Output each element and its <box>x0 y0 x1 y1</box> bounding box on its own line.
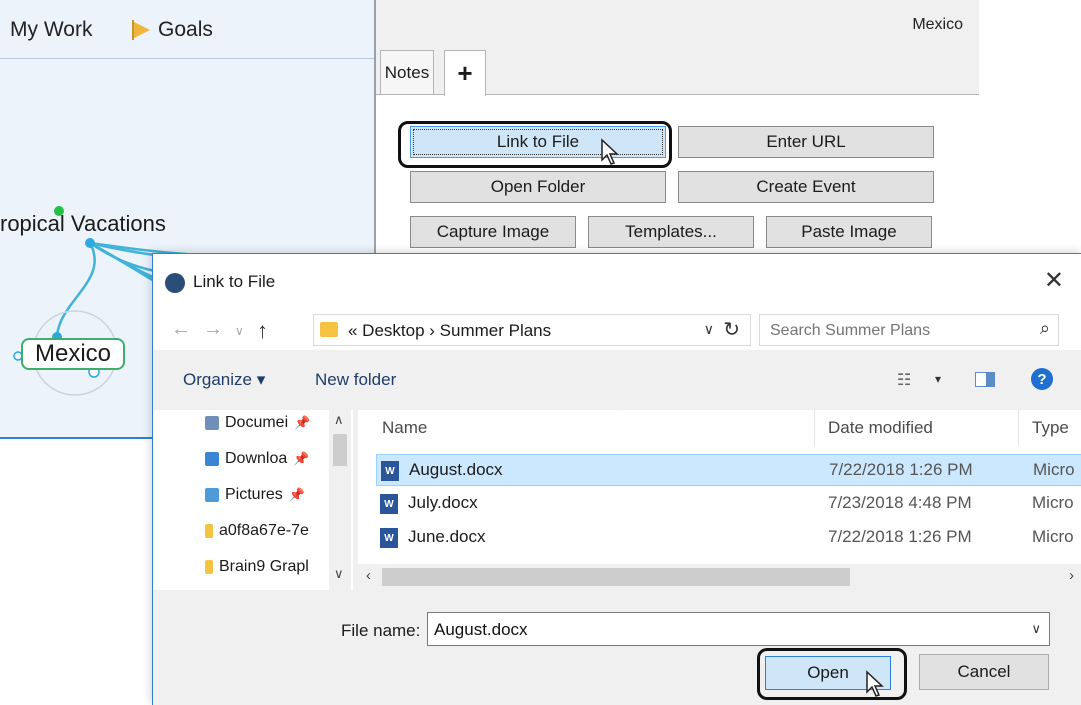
column-name[interactable]: Name <box>382 418 427 438</box>
tree-item-downloads[interactable]: Downloa 📌 <box>205 450 309 468</box>
scroll-right-icon[interactable]: › <box>1069 567 1074 584</box>
scroll-thumb[interactable] <box>333 434 347 466</box>
column-divider[interactable] <box>814 410 815 446</box>
close-icon[interactable]: ✕ <box>1044 266 1064 295</box>
file-row[interactable]: W June.docx 7/22/2018 1:26 PM Micro <box>376 522 1081 554</box>
column-divider[interactable] <box>1018 410 1019 446</box>
back-arrow-icon[interactable]: ← <box>171 318 191 341</box>
search-input[interactable] <box>760 315 1032 347</box>
cancel-button[interactable]: Cancel <box>919 654 1049 690</box>
file-name: June.docx <box>408 527 486 546</box>
link-to-file-dialog: Link to File ✕ ← → ∨ ↑ « Desktop › Summe… <box>152 253 1081 705</box>
column-date-modified[interactable]: Date modified <box>828 418 933 438</box>
thought-mexico[interactable]: Mexico <box>21 338 125 370</box>
open-folder-button[interactable]: Open Folder <box>410 171 666 203</box>
tree-item-documents[interactable]: Documei 📌 <box>205 414 310 432</box>
enter-url-button[interactable]: Enter URL <box>678 126 934 158</box>
scroll-thumb[interactable] <box>382 568 850 586</box>
create-event-button[interactable]: Create Event <box>678 171 934 203</box>
notes-toolbar: Mexico Notes + <box>376 0 979 96</box>
tree-item-folder[interactable]: a0f8a67e-7e <box>205 522 309 540</box>
forward-arrow-icon[interactable]: → <box>203 318 223 341</box>
file-date: 7/22/2018 1:26 PM <box>828 527 972 546</box>
column-type[interactable]: Type <box>1032 418 1069 438</box>
recent-locations-chevron-icon[interactable]: ∨ <box>235 324 244 338</box>
refresh-icon[interactable]: ↻ <box>723 317 740 342</box>
file-type: Micro <box>1032 493 1074 512</box>
file-list: ⌃ Name Date modified Type W August.docx … <box>358 410 1081 590</box>
tree-item-label: Brain9 Grapl <box>219 558 309 575</box>
navigation-bar: ← → ∨ ↑ « Desktop › Summer Plans ∨ ↻ ⌕ <box>153 310 1081 350</box>
navigation-scrollbar[interactable]: ∧ ∨ <box>329 410 351 590</box>
chevron-down-icon[interactable]: ∨ <box>704 321 714 338</box>
sort-ascending-icon: ⌃ <box>614 410 626 420</box>
dialog-title: Link to File <box>193 272 276 291</box>
scroll-up-icon[interactable]: ∧ <box>334 412 344 428</box>
folder-icon <box>205 524 213 538</box>
tree-item-label: Downloa <box>225 450 288 467</box>
address-bar[interactable]: « Desktop › Summer Plans ∨ ↻ <box>313 314 751 346</box>
preview-pane-icon[interactable] <box>975 372 995 387</box>
navigation-pane: Documei 📌 Downloa 📌 Pictures 📌 a0f8a67e-… <box>153 410 353 590</box>
tree-item-label: Documei <box>225 414 289 431</box>
word-document-icon: W <box>381 461 399 481</box>
file-name-input[interactable] <box>428 613 1016 647</box>
file-name: August.docx <box>409 460 503 479</box>
folder-icon <box>320 322 338 337</box>
word-document-icon: W <box>380 528 398 548</box>
paste-image-button[interactable]: Paste Image <box>766 216 932 248</box>
scroll-left-icon[interactable]: ‹ <box>366 567 371 584</box>
chevron-down-icon[interactable]: ∨ <box>1031 621 1041 637</box>
scroll-down-icon[interactable]: ∨ <box>334 566 344 582</box>
dialog-title-bar[interactable]: Link to File ✕ <box>153 254 1081 310</box>
tab-add[interactable]: + <box>444 50 486 96</box>
documents-icon <box>205 416 219 430</box>
file-name-label: File name: <box>341 621 421 640</box>
downloads-icon <box>205 452 219 466</box>
pin-icon: 📌 <box>288 487 305 502</box>
view-dropdown-icon[interactable]: ▾ <box>935 372 941 386</box>
file-name: July.docx <box>408 493 478 512</box>
search-icon[interactable]: ⌕ <box>1040 318 1050 339</box>
search-box: ⌕ <box>759 314 1059 347</box>
breadcrumb[interactable]: « Desktop › Summer Plans <box>348 321 551 341</box>
file-type: Micro <box>1033 460 1075 479</box>
pictures-icon <box>205 488 219 502</box>
up-arrow-icon[interactable]: ↑ <box>257 318 268 344</box>
tree-item-pictures[interactable]: Pictures 📌 <box>205 486 305 504</box>
word-document-icon: W <box>380 494 398 514</box>
horizontal-scrollbar[interactable]: ‹ › <box>358 564 1081 590</box>
file-name-combobox: ∨ <box>427 612 1050 647</box>
new-folder-button[interactable]: New folder <box>315 370 396 390</box>
tab-notes[interactable]: Notes <box>380 50 434 94</box>
capture-image-button[interactable]: Capture Image <box>410 216 576 248</box>
file-date: 7/22/2018 1:26 PM <box>829 460 973 479</box>
app-logo-icon <box>165 273 185 293</box>
view-options-icon[interactable]: ☷ <box>897 370 911 390</box>
help-icon[interactable]: ? <box>1031 368 1053 390</box>
organize-menu[interactable]: Organize ▾ <box>183 370 265 390</box>
tree-item-folder[interactable]: Brain9 Grapl <box>205 558 309 576</box>
tree-item-label: a0f8a67e-7e <box>219 522 309 539</box>
file-date: 7/23/2018 4:48 PM <box>828 493 972 512</box>
pin-icon: 📌 <box>294 415 311 430</box>
column-header: ⌃ Name Date modified Type <box>358 410 1081 446</box>
file-type: Micro <box>1032 527 1074 546</box>
pin-icon: 📌 <box>293 451 310 466</box>
file-row[interactable]: W August.docx 7/22/2018 1:26 PM Micro <box>376 454 1081 486</box>
tree-item-label: Pictures <box>225 486 283 503</box>
command-bar: Organize ▾ New folder ☷ ▾ ? <box>153 350 1081 410</box>
notes-title: Mexico <box>912 16 963 33</box>
file-row[interactable]: W July.docx 7/23/2018 4:48 PM Micro <box>376 488 1081 520</box>
thought-tropical-vacations[interactable]: ropical Vacations <box>0 211 166 237</box>
folder-icon <box>205 560 213 574</box>
templates-button[interactable]: Templates... <box>588 216 754 248</box>
highlight-callout-link <box>398 121 672 168</box>
